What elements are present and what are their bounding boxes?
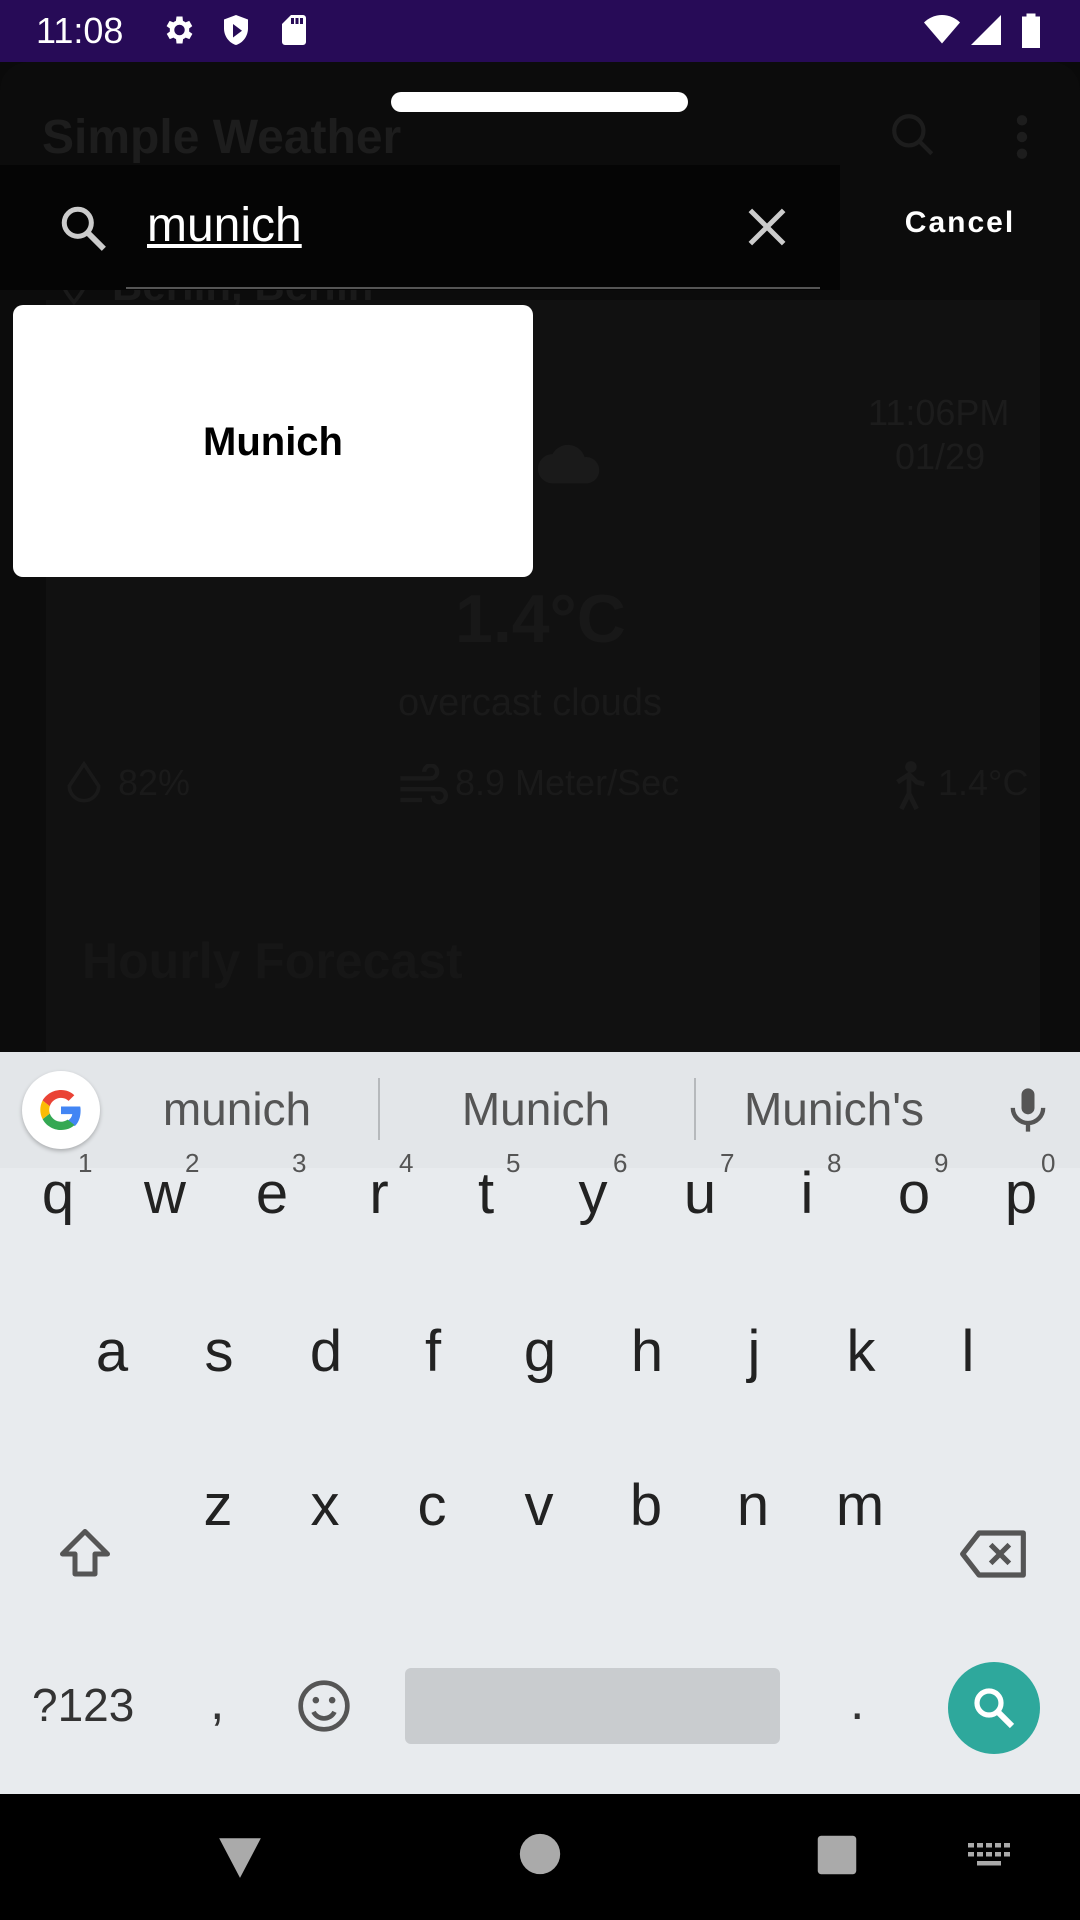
weather-time: 11:06PM — [868, 392, 1010, 433]
suggestion-item[interactable]: Munich — [13, 305, 533, 577]
feels-like-icon — [896, 761, 925, 811]
sd-card-icon — [282, 15, 306, 45]
word-suggestion-1[interactable]: munich — [140, 1082, 334, 1136]
key-n[interactable]: n — [713, 1472, 793, 1539]
humidity-icon — [67, 760, 101, 803]
key-hint-9: 9 — [934, 1148, 949, 1178]
drag-handle[interactable] — [391, 92, 688, 112]
backspace-icon[interactable] — [958, 1526, 1028, 1582]
temperature: 1.4°C — [455, 581, 626, 657]
key-hint-6: 6 — [613, 1148, 628, 1178]
comma-key[interactable]: , — [210, 1672, 224, 1732]
wind-icon — [400, 764, 448, 805]
key-m[interactable]: m — [820, 1472, 900, 1539]
key-z[interactable]: z — [178, 1472, 258, 1539]
hourly-forecast-title: Hourly Forecast — [82, 933, 463, 989]
key-f[interactable]: f — [393, 1318, 473, 1385]
key-hint-8: 8 — [827, 1148, 842, 1178]
key-j[interactable]: j — [714, 1318, 794, 1385]
key-h[interactable]: h — [607, 1318, 687, 1385]
keyboard-suggestion-bar: munich Munich Munich's — [0, 1052, 1080, 1168]
wind-value: 8.9 Meter/Sec — [455, 762, 680, 803]
key-hint-7: 7 — [720, 1148, 735, 1178]
key-v[interactable]: v — [499, 1472, 579, 1539]
key-g[interactable]: g — [500, 1318, 580, 1385]
weather-condition: overcast clouds — [398, 682, 663, 724]
google-icon[interactable] — [22, 1071, 100, 1149]
navigation-bar — [0, 1794, 1080, 1920]
key-d[interactable]: d — [286, 1318, 366, 1385]
wifi-icon — [924, 15, 960, 44]
suggestion-label: Munich — [203, 420, 343, 464]
keyboard-search-button[interactable] — [948, 1662, 1040, 1754]
key-hint-3: 3 — [292, 1148, 307, 1178]
feels-like-value: 1.4°C — [938, 762, 1029, 803]
microphone-icon[interactable] — [1002, 1082, 1054, 1138]
app-search-icon — [892, 114, 934, 156]
battery-icon — [1022, 13, 1040, 48]
key-hint-2: 2 — [185, 1148, 200, 1178]
key-c[interactable]: c — [392, 1472, 472, 1539]
symbols-key[interactable]: ?123 — [32, 1678, 134, 1732]
key-hint-1: 1 — [78, 1148, 93, 1178]
search-underline — [126, 287, 820, 289]
shift-icon[interactable] — [55, 1524, 115, 1584]
signal-icon — [971, 15, 1001, 45]
recents-icon[interactable] — [816, 1834, 858, 1876]
back-icon[interactable] — [215, 1834, 265, 1880]
suggestion-divider — [694, 1078, 696, 1140]
key-k[interactable]: k — [821, 1318, 901, 1385]
status-bar: 11:08 — [0, 0, 1080, 62]
period-key[interactable]: . — [850, 1672, 864, 1732]
key-s[interactable]: s — [179, 1318, 259, 1385]
space-key[interactable] — [405, 1668, 780, 1744]
humidity-value: 82% — [118, 762, 191, 803]
keyboard-switch-icon[interactable] — [966, 1840, 1012, 1870]
keyboard: munich Munich Munich's q1w2e3r4t5y6u7i8o… — [0, 1052, 1080, 1794]
cancel-button[interactable]: Cancel — [860, 206, 1060, 240]
key-a[interactable]: a — [72, 1318, 152, 1385]
key-hint-0: 0 — [1041, 1148, 1056, 1178]
word-suggestion-3[interactable]: Munich's — [722, 1082, 946, 1136]
key-b[interactable]: b — [606, 1472, 686, 1539]
weather-date: 01/29 — [895, 436, 986, 477]
key-l[interactable]: l — [928, 1318, 1008, 1385]
overflow-menu-icon — [1016, 115, 1028, 159]
search-input[interactable]: munich — [147, 198, 302, 253]
key-hint-4: 4 — [399, 1148, 414, 1178]
app-title: Simple Weather — [42, 111, 402, 164]
word-suggestion-2[interactable]: Munich — [420, 1082, 652, 1136]
cloud-icon — [537, 444, 600, 484]
search-bar — [0, 165, 840, 290]
search-icon — [61, 206, 106, 251]
key-hint-5: 5 — [506, 1148, 521, 1178]
emoji-icon[interactable] — [296, 1678, 352, 1734]
key-x[interactable]: x — [285, 1472, 365, 1539]
suggestion-divider — [378, 1078, 380, 1140]
gear-icon — [166, 16, 193, 44]
search-icon — [974, 1688, 1015, 1729]
shield-icon — [224, 15, 248, 45]
clear-icon[interactable] — [742, 202, 792, 252]
status-time: 11:08 — [36, 10, 124, 51]
home-icon[interactable] — [518, 1832, 562, 1876]
